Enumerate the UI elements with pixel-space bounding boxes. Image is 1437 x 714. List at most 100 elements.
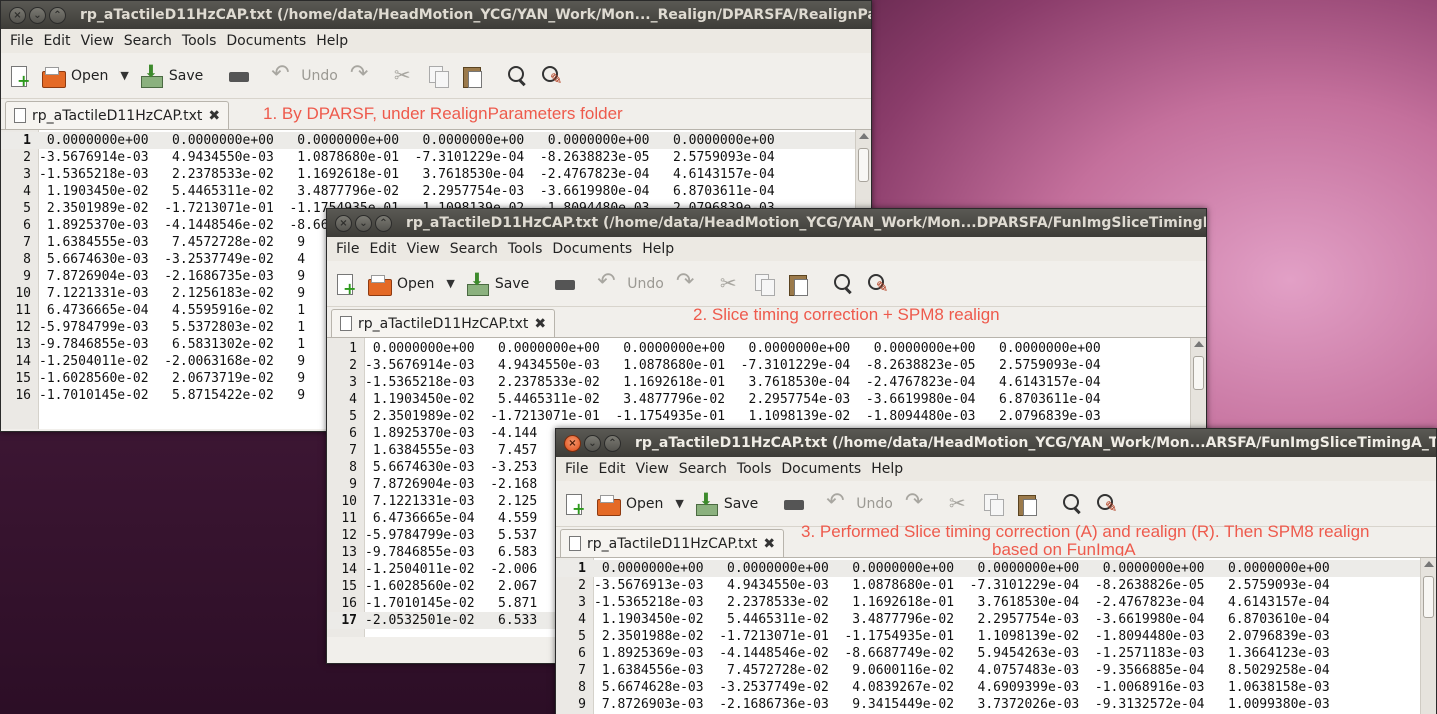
close-tab-icon[interactable]: ✖ — [763, 536, 775, 552]
minimize-icon[interactable]: ⌄ — [29, 6, 46, 24]
scrollbar-thumb[interactable] — [1193, 356, 1204, 390]
find-button[interactable] — [506, 64, 530, 88]
replace-button[interactable] — [1095, 492, 1119, 516]
menu-file[interactable]: File — [560, 461, 593, 477]
menu-documents[interactable]: Documents — [221, 33, 311, 49]
save-button[interactable]: Save — [139, 62, 203, 88]
editor-line[interactable]: 3 -1.5365218e-03 2.2378533e-02 1.1692618e… — [1, 166, 871, 183]
editor-line[interactable]: 9 7.8726903e-03 -2.1686736e-03 9.3415449… — [556, 696, 1436, 713]
paste-button[interactable] — [1015, 492, 1039, 516]
open-button[interactable]: Open ▼ — [367, 272, 455, 296]
undo-button[interactable]: Undo — [597, 269, 664, 296]
menu-edit[interactable]: Edit — [593, 461, 630, 477]
save-button[interactable]: Save — [465, 270, 529, 296]
maximize-icon[interactable]: ⌃ — [375, 214, 392, 232]
menu-view[interactable]: View — [631, 461, 674, 477]
menu-help[interactable]: Help — [637, 241, 679, 257]
scrollbar-thumb[interactable] — [1423, 576, 1434, 618]
maximize-icon[interactable]: ⌃ — [49, 6, 66, 24]
close-icon[interactable]: × — [564, 434, 581, 452]
tab-document[interactable]: rp_aTactileD11HzCAP.txt ✖ — [5, 101, 230, 129]
scrollbar-thumb[interactable] — [858, 148, 869, 182]
find-button[interactable] — [832, 272, 856, 296]
window-titlebar[interactable]: × ⌄ ⌃ rp_aTactileD11HzCAP.txt (/home/dat… — [556, 429, 1436, 457]
maximize-icon[interactable]: ⌃ — [604, 434, 621, 452]
window-titlebar[interactable]: × ⌄ ⌃ rp_aTactileD11HzCAP.txt (/home/dat… — [327, 209, 1206, 237]
close-tab-icon[interactable]: ✖ — [534, 316, 546, 332]
editor-line[interactable]: 2 -3.5676914e-03 4.9434550e-03 1.0878680e… — [1, 149, 871, 166]
minimize-icon[interactable]: ⌄ — [584, 434, 601, 452]
menu-search[interactable]: Search — [674, 461, 732, 477]
scroll-up-icon[interactable] — [1424, 561, 1434, 567]
editor-line[interactable]: 4 1.1903450e-02 5.4465311e-02 3.4877796e… — [1, 183, 871, 200]
editor-line[interactable]: 1 0.0000000e+00 0.0000000e+00 0.0000000e… — [1, 132, 871, 149]
scroll-up-icon[interactable] — [859, 133, 869, 139]
menu-help[interactable]: Help — [311, 33, 353, 49]
menu-documents[interactable]: Documents — [776, 461, 866, 477]
cut-button[interactable] — [718, 271, 742, 296]
open-button[interactable]: Open ▼ — [41, 64, 129, 88]
editor-line[interactable]: 2 -3.5676914e-03 4.9434550e-03 1.0878680e… — [327, 357, 1206, 374]
editor-line[interactable]: 6 1.8925369e-03 -4.1448546e-02 -8.668774… — [556, 645, 1436, 662]
editor-line[interactable]: 1 0.0000000e+00 0.0000000e+00 0.0000000e… — [327, 340, 1206, 357]
menu-help[interactable]: Help — [866, 461, 908, 477]
new-button[interactable] — [7, 64, 31, 90]
dropdown-arrow-icon[interactable]: ▼ — [120, 69, 128, 82]
menu-view[interactable]: View — [402, 241, 445, 257]
new-button[interactable] — [333, 272, 357, 298]
close-tab-icon[interactable]: ✖ — [208, 108, 220, 124]
menu-file[interactable]: File — [331, 241, 364, 257]
cut-button[interactable] — [947, 491, 971, 516]
editor-line[interactable]: 1 0.0000000e+00 0.0000000e+00 0.0000000e… — [556, 560, 1436, 577]
dropdown-arrow-icon[interactable]: ▼ — [675, 497, 683, 510]
redo-button[interactable] — [674, 269, 698, 296]
undo-button[interactable]: Undo — [826, 489, 893, 516]
editor-line[interactable]: 3 -1.5365218e-03 2.2378533e-02 1.1692618e… — [556, 594, 1436, 611]
save-button[interactable]: Save — [694, 490, 758, 516]
menu-edit[interactable]: Edit — [364, 241, 401, 257]
print-button[interactable] — [782, 492, 806, 516]
menu-tools[interactable]: Tools — [503, 241, 548, 257]
editor-line[interactable]: 4 1.1903450e-02 5.4465311e-02 3.4877796e… — [556, 611, 1436, 628]
paste-button[interactable] — [460, 64, 484, 88]
copy-button[interactable] — [426, 64, 450, 88]
editor-line[interactable]: 5 2.3501989e-02 -1.7213071e-01 -1.175493… — [327, 408, 1206, 425]
editor-line[interactable]: 3 -1.5365218e-03 2.2378533e-02 1.1692618e… — [327, 374, 1206, 391]
menu-tools[interactable]: Tools — [177, 33, 222, 49]
menu-search[interactable]: Search — [445, 241, 503, 257]
redo-button[interactable] — [348, 61, 372, 88]
copy-button[interactable] — [981, 492, 1005, 516]
menu-view[interactable]: View — [76, 33, 119, 49]
copy-button[interactable] — [752, 272, 776, 296]
editor-line[interactable]: 8 5.6674628e-03 -3.2537749e-02 4.0839267… — [556, 679, 1436, 696]
text-editor[interactable]: 1 0.0000000e+00 0.0000000e+00 0.0000000e… — [556, 557, 1436, 714]
tab-document[interactable]: rp_aTactileD11HzCAP.txt ✖ — [560, 529, 785, 557]
replace-button[interactable] — [866, 272, 890, 296]
close-icon[interactable]: × — [9, 6, 26, 24]
print-button[interactable] — [227, 64, 251, 88]
menu-file[interactable]: File — [5, 33, 38, 49]
close-icon[interactable]: × — [335, 214, 352, 232]
editor-line[interactable]: 2 -3.5676913e-03 4.9434550e-03 1.0878680e… — [556, 577, 1436, 594]
open-button[interactable]: Open ▼ — [596, 492, 684, 516]
replace-button[interactable] — [540, 64, 564, 88]
redo-button[interactable] — [903, 489, 927, 516]
dropdown-arrow-icon[interactable]: ▼ — [446, 277, 454, 290]
window-titlebar[interactable]: × ⌄ ⌃ rp_aTactileD11HzCAP.txt (/home/dat… — [1, 1, 871, 29]
editor-line[interactable]: 5 2.3501988e-02 -1.7213071e-01 -1.175493… — [556, 628, 1436, 645]
menu-documents[interactable]: Documents — [547, 241, 637, 257]
menu-tools[interactable]: Tools — [732, 461, 777, 477]
scroll-up-icon[interactable] — [1194, 341, 1204, 347]
menu-edit[interactable]: Edit — [38, 33, 75, 49]
tab-document[interactable]: rp_aTactileD11HzCAP.txt ✖ — [331, 309, 556, 337]
vertical-scrollbar[interactable] — [1420, 558, 1436, 714]
new-button[interactable] — [562, 492, 586, 518]
print-button[interactable] — [553, 272, 577, 296]
menu-search[interactable]: Search — [119, 33, 177, 49]
editor-line[interactable]: 7 1.6384556e-03 7.4572728e-02 9.0600116e… — [556, 662, 1436, 679]
editor-line[interactable]: 4 1.1903450e-02 5.4465311e-02 3.4877796e… — [327, 391, 1206, 408]
paste-button[interactable] — [786, 272, 810, 296]
minimize-icon[interactable]: ⌄ — [355, 214, 372, 232]
undo-button[interactable]: Undo — [271, 61, 338, 88]
find-button[interactable] — [1061, 492, 1085, 516]
